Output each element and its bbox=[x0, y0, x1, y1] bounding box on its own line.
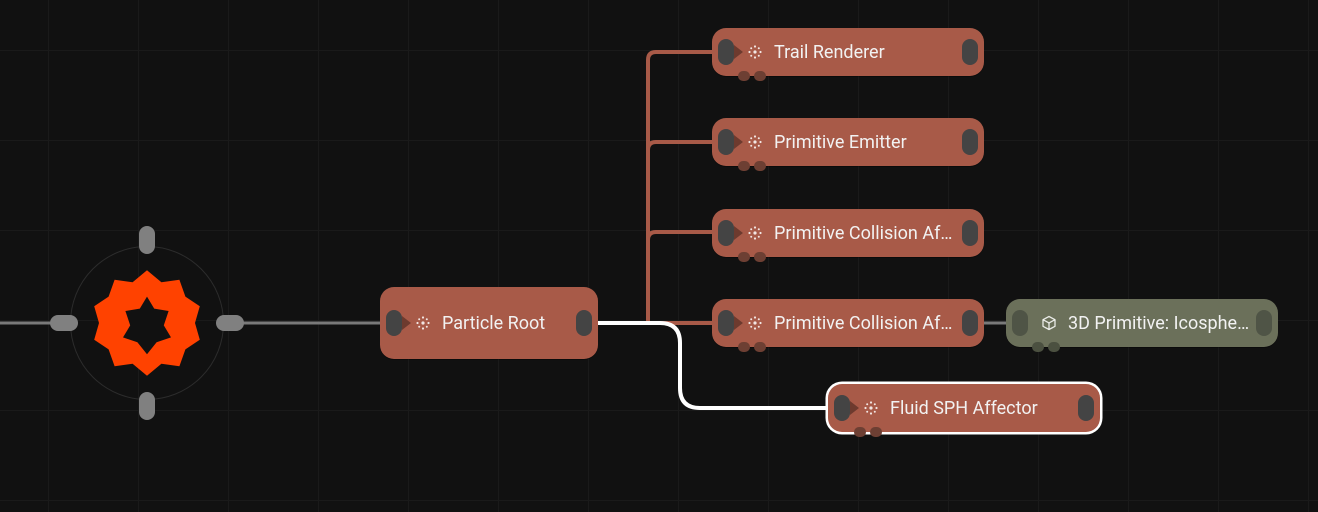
input-socket-arrow-icon bbox=[734, 45, 743, 59]
port-out[interactable] bbox=[1078, 395, 1094, 421]
sub-ports[interactable] bbox=[1032, 342, 1060, 352]
hub-port-top[interactable] bbox=[139, 226, 155, 254]
node-label: Primitive Collision Aff... bbox=[774, 223, 958, 244]
graph-hub[interactable] bbox=[52, 228, 242, 418]
input-socket-arrow-icon bbox=[850, 401, 859, 415]
node-label: Primitive Emitter bbox=[774, 132, 958, 153]
hub-port-bottom[interactable] bbox=[139, 392, 155, 420]
port-out[interactable] bbox=[962, 129, 978, 155]
port-out[interactable] bbox=[962, 39, 978, 65]
port-in[interactable] bbox=[1012, 310, 1028, 336]
port-in[interactable] bbox=[718, 310, 734, 336]
node-primitive-collision-affector-2[interactable]: Primitive Collision Aff... bbox=[712, 299, 984, 347]
node-trail-renderer[interactable]: Trail Renderer bbox=[712, 28, 984, 76]
sub-ports[interactable] bbox=[738, 71, 766, 81]
node-label: Trail Renderer bbox=[774, 42, 958, 63]
cube-outline-icon bbox=[1040, 314, 1058, 332]
hub-port-right[interactable] bbox=[216, 315, 244, 331]
gear-burst-icon bbox=[87, 263, 207, 383]
node-label: Primitive Collision Aff... bbox=[774, 313, 958, 334]
wire-root-to-trail-renderer[interactable] bbox=[648, 52, 712, 323]
port-in[interactable] bbox=[718, 39, 734, 65]
port-in[interactable] bbox=[718, 129, 734, 155]
sub-ports[interactable] bbox=[854, 427, 882, 437]
particle-burst-icon bbox=[746, 133, 764, 151]
node-primitive-collision-affector-1[interactable]: Primitive Collision Aff... bbox=[712, 209, 984, 257]
port-out[interactable] bbox=[962, 220, 978, 246]
node-particle-root[interactable]: Particle Root bbox=[380, 287, 598, 359]
particle-burst-icon bbox=[746, 43, 764, 61]
node-primitive-emitter[interactable]: Primitive Emitter bbox=[712, 118, 984, 166]
port-in[interactable] bbox=[386, 310, 402, 336]
input-socket-arrow-icon bbox=[734, 226, 743, 240]
particle-burst-icon bbox=[746, 314, 764, 332]
node-label: 3D Primitive: Icosphere bbox=[1068, 313, 1252, 334]
particle-burst-icon bbox=[862, 399, 880, 417]
input-socket-arrow-icon bbox=[734, 135, 743, 149]
particle-burst-icon bbox=[414, 314, 432, 332]
input-socket-arrow-icon bbox=[402, 316, 411, 330]
node-3d-primitive-icosphere[interactable]: 3D Primitive: Icosphere bbox=[1006, 299, 1278, 347]
hub-port-left[interactable] bbox=[50, 315, 78, 331]
sub-ports[interactable] bbox=[738, 252, 766, 262]
wire-root-to-prim-coll-1[interactable] bbox=[648, 232, 712, 323]
node-graph-canvas[interactable]: Particle Root Trail Renderer bbox=[0, 0, 1318, 512]
particle-burst-icon bbox=[746, 224, 764, 242]
wire-root-to-primitive-emitter[interactable] bbox=[648, 142, 712, 323]
port-in[interactable] bbox=[718, 220, 734, 246]
node-fluid-sph-affector[interactable]: Fluid SPH Affector bbox=[828, 384, 1100, 432]
port-in[interactable] bbox=[834, 395, 850, 421]
port-out[interactable] bbox=[962, 310, 978, 336]
port-out[interactable] bbox=[576, 310, 592, 336]
input-socket-arrow-icon bbox=[734, 316, 743, 330]
sub-ports[interactable] bbox=[738, 161, 766, 171]
node-label: Particle Root bbox=[442, 313, 572, 334]
sub-ports[interactable] bbox=[738, 342, 766, 352]
node-label: Fluid SPH Affector bbox=[890, 398, 1074, 419]
port-out[interactable] bbox=[1256, 310, 1272, 336]
